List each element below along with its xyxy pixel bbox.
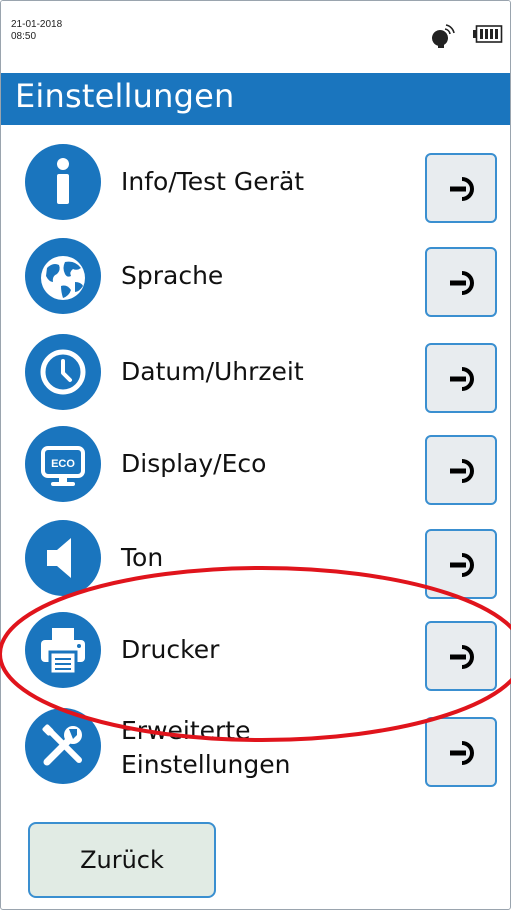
open-advanced-settings-button[interactable] [425, 717, 497, 787]
status-date: 21-01-2018 [11, 19, 63, 30]
open-display-eco-button[interactable] [425, 435, 497, 505]
menu-item-advanced-settings[interactable]: Erweiterte Einstellungen [1, 701, 510, 791]
menu-item-sound[interactable]: Ton [1, 513, 510, 603]
open-sound-button[interactable] [425, 529, 497, 599]
open-printer-button[interactable] [425, 621, 497, 691]
arrow-right-icon [450, 459, 474, 483]
menu-item-label: Ton [121, 543, 164, 572]
status-bar: 21-01-2018 08:50 [1, 1, 510, 73]
display-eco-icon: ECO [25, 426, 101, 502]
title-bar: Einstellungen [1, 73, 510, 125]
menu-item-label: Sprache [121, 261, 224, 290]
device-screen: 21-01-2018 08:50 Einstellungen Info/Test… [0, 0, 511, 910]
status-time: 08:50 [11, 31, 37, 42]
arrow-right-icon [450, 553, 474, 577]
menu-item-language[interactable]: Sprache [1, 231, 510, 321]
menu-item-label-line2: Einstellungen [121, 750, 291, 779]
battery-icon [473, 25, 503, 43]
satellite-icon [432, 24, 455, 48]
menu-item-info[interactable]: Info/Test Gerät [1, 137, 510, 227]
menu-item-label: Display/Eco [121, 449, 267, 478]
arrow-right-icon [450, 271, 474, 295]
back-button-label: Zurück [80, 846, 164, 874]
menu-item-label: Erweiterte Einstellungen [121, 714, 290, 782]
info-icon [25, 144, 101, 220]
menu-item-display-eco[interactable]: ECO Display/Eco [1, 419, 510, 509]
arrow-right-icon [450, 645, 474, 669]
eco-label: ECO [51, 458, 75, 470]
printer-icon [25, 612, 101, 688]
menu-item-label: Drucker [121, 635, 220, 664]
arrow-right-icon [450, 177, 474, 201]
clock-icon [25, 334, 101, 410]
arrow-right-icon [450, 741, 474, 765]
menu-item-label: Datum/Uhrzeit [121, 357, 304, 386]
open-date-time-button[interactable] [425, 343, 497, 413]
menu-item-printer[interactable]: Drucker [1, 605, 510, 695]
arrow-right-icon [450, 367, 474, 391]
speaker-icon [25, 520, 101, 596]
menu-item-date-time[interactable]: Datum/Uhrzeit [1, 327, 510, 417]
tools-icon [25, 708, 101, 784]
page-title: Einstellungen [15, 77, 235, 115]
back-button[interactable]: Zurück [28, 822, 216, 898]
globe-icon [25, 238, 101, 314]
open-info-button[interactable] [425, 153, 497, 223]
menu-item-label-line1: Erweiterte [121, 716, 251, 745]
open-language-button[interactable] [425, 247, 497, 317]
menu-item-label: Info/Test Gerät [121, 167, 305, 196]
